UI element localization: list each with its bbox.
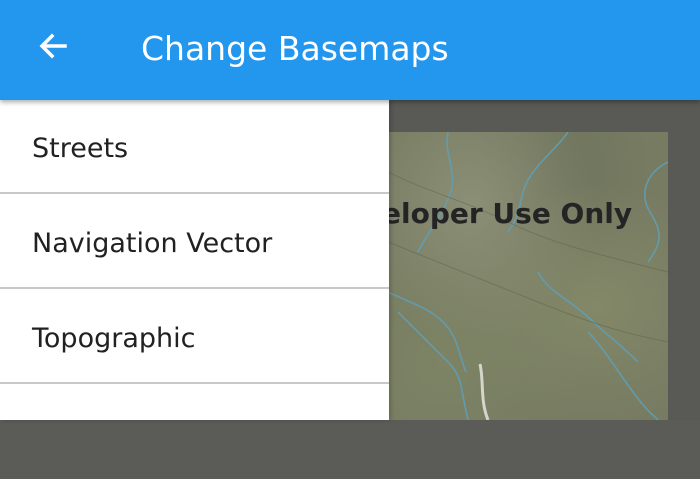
basemap-item-navigation-vector[interactable]: Navigation Vector — [0, 195, 389, 289]
app-bar: Change Basemaps — [0, 0, 700, 100]
basemap-item-streets[interactable]: Streets — [0, 100, 389, 194]
basemap-item-next[interactable] — [0, 385, 389, 479]
basemap-list: Streets Navigation Vector Topographic — [0, 100, 389, 420]
arrow-left-icon — [35, 28, 71, 68]
back-button[interactable] — [28, 26, 78, 70]
basemap-item-label: Topographic — [32, 323, 196, 354]
basemap-item-label: Streets — [32, 133, 129, 164]
basemap-item-label: Navigation Vector — [32, 228, 273, 259]
map-watermark: eloper Use Only — [382, 197, 633, 230]
basemap-item-topographic[interactable]: Topographic — [0, 290, 389, 384]
topographic-lines — [388, 132, 668, 420]
map-tile — [388, 132, 668, 420]
page-title: Change Basemaps — [141, 29, 449, 68]
